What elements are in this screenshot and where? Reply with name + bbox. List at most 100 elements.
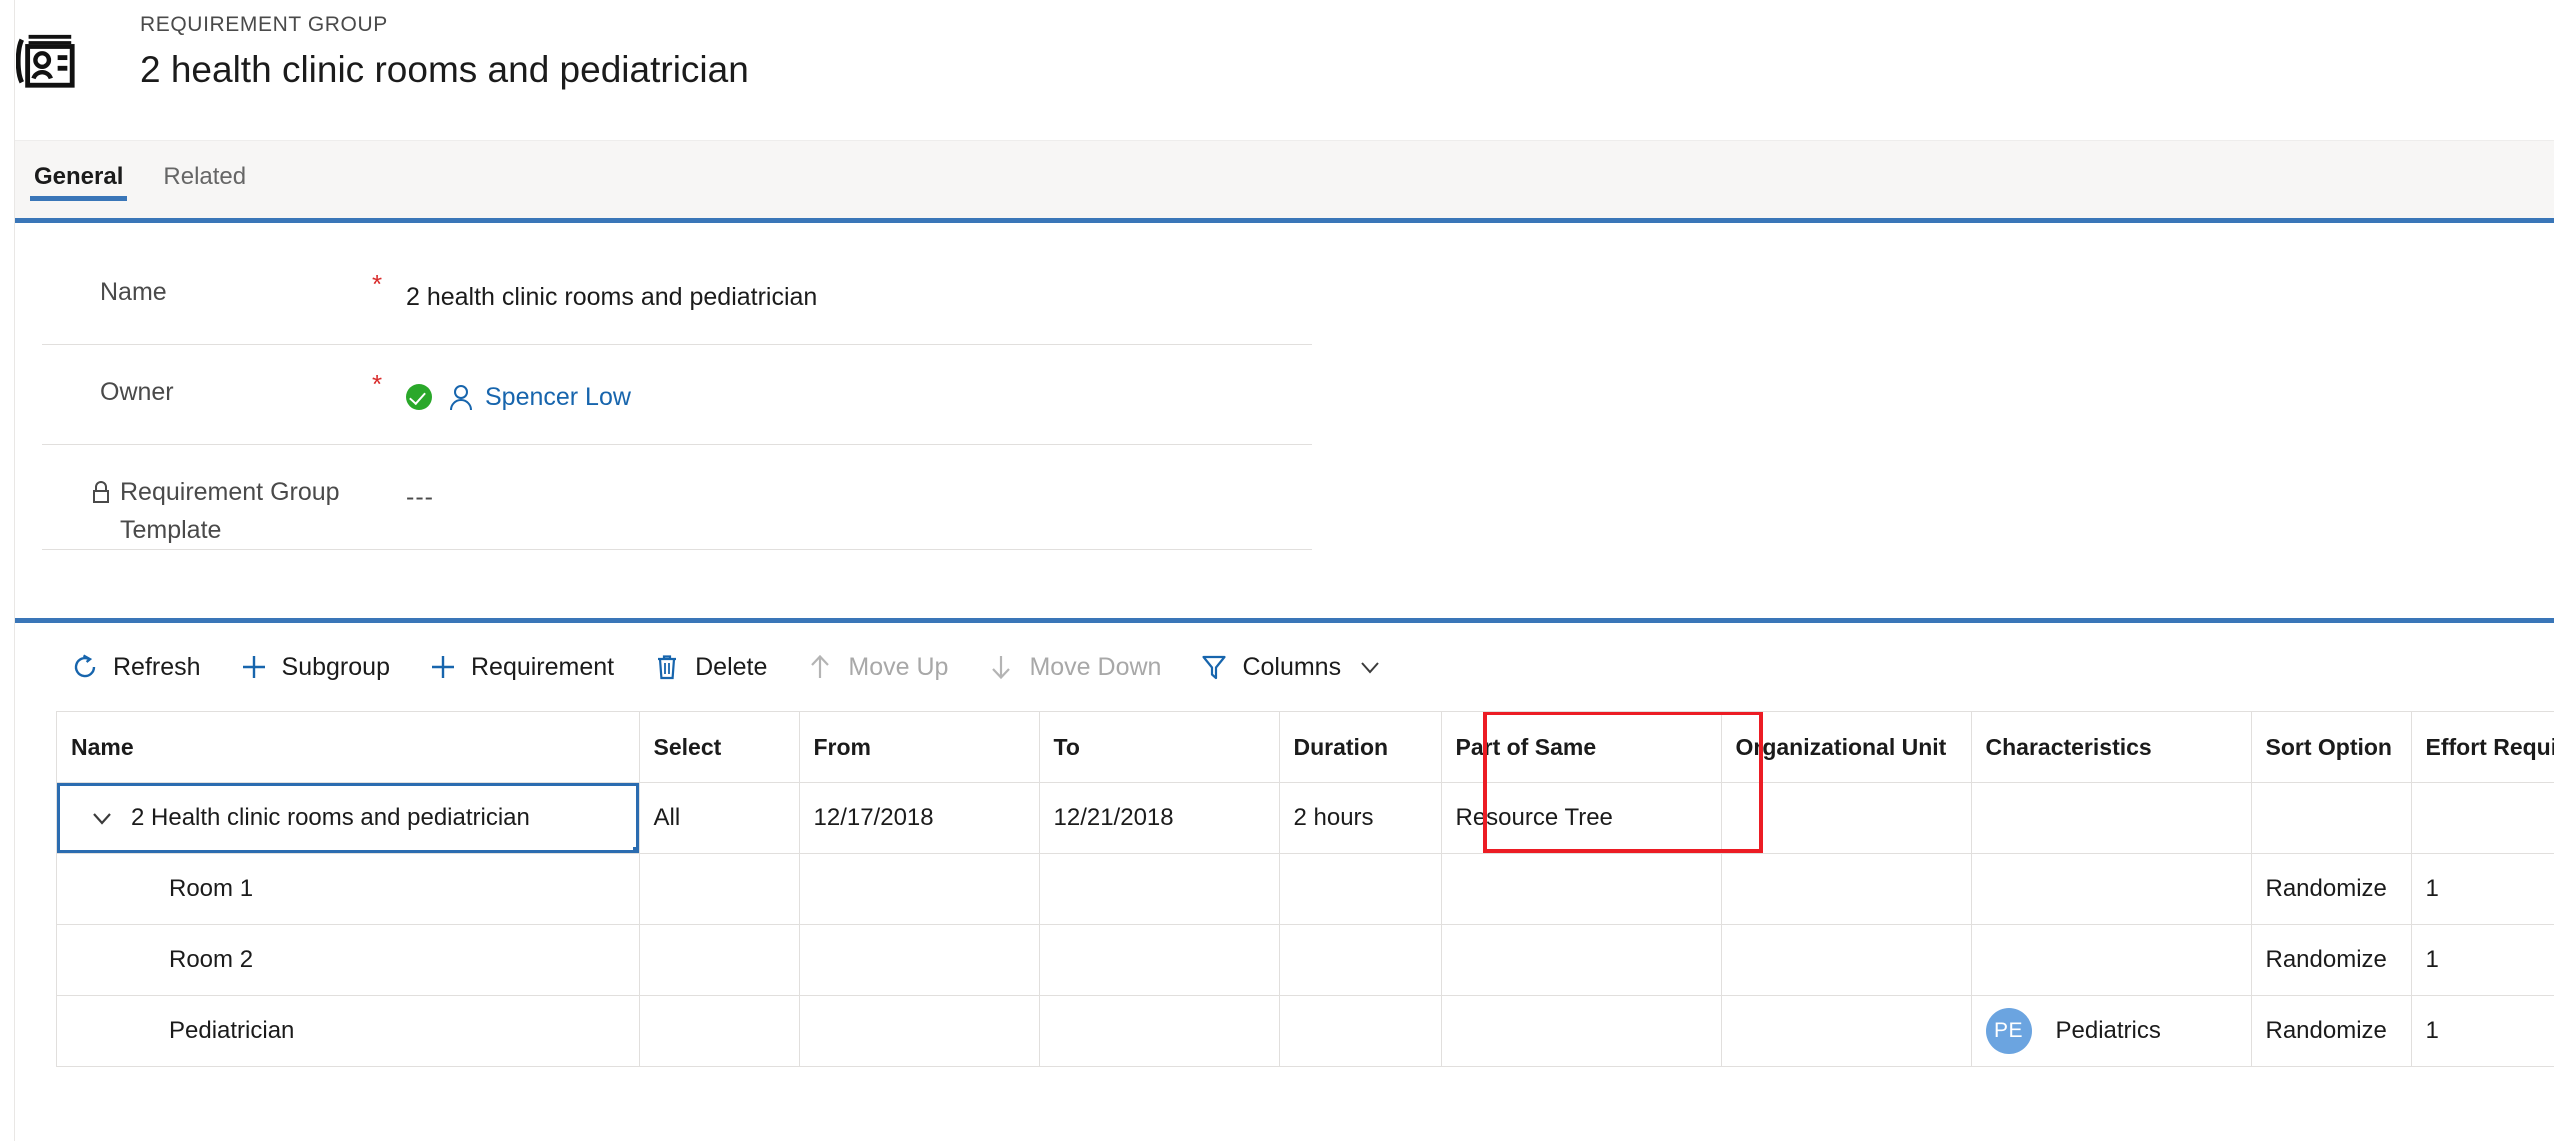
row-sort-option-cell[interactable]: Randomize [2251,995,2412,1067]
column-header-effort-required[interactable]: Effort Require [2411,712,2554,783]
row-part-of-same-cell[interactable] [1441,924,1722,996]
subgroup-label: Subgroup [281,652,390,681]
row-sort-option-cell[interactable]: Randomize [2251,853,2412,925]
column-header-to[interactable]: To [1039,712,1280,783]
subgroup-button[interactable]: Subgroup [239,652,390,682]
chevron-down-icon[interactable] [1357,654,1383,680]
requirement-group-template-value: --- [406,445,1312,523]
move-up-label: Move Up [848,652,949,681]
row-organizational-unit-cell[interactable] [1721,995,1972,1067]
row-characteristics-cell[interactable]: PE Pediatrics [1971,995,2252,1067]
row-select-cell[interactable] [639,924,800,996]
column-header-part-of-same[interactable]: Part of Same [1441,712,1722,783]
row-effort-required-cell[interactable] [2411,782,2554,854]
lock-icon [90,477,112,503]
row-sort-option-cell[interactable]: Randomize [2251,924,2412,996]
row-organizational-unit-cell[interactable] [1721,853,1972,925]
row-name-cell[interactable]: Pediatrician [57,995,640,1067]
page-header: REQUIREMENT GROUP 2 health clinic rooms … [0,0,2554,140]
general-form-section: Name * 2 health clinic rooms and pediatr… [0,218,2554,618]
chevron-down-icon[interactable] [89,805,115,831]
row-name-cell[interactable]: 2 Health clinic rooms and pediatrician [57,782,640,854]
column-header-name[interactable]: Name [57,712,640,783]
row-from-cell[interactable] [799,924,1040,996]
plus-icon [239,652,269,682]
row-part-of-same-cell[interactable]: Resource Tree [1441,782,1722,854]
row-to-cell[interactable] [1039,853,1280,925]
tab-related[interactable]: Related [143,141,266,219]
delete-button[interactable]: Delete [652,652,767,682]
filter-icon [1199,652,1229,682]
name-required-indicator: * [372,269,383,299]
table-row[interactable]: Pediatrician PE Pediatrics Randomize 1 [57,995,2554,1067]
table-row[interactable]: 2 Health clinic rooms and pediatrician A… [57,782,2554,854]
columns-button[interactable]: Columns [1199,652,1383,682]
move-up-button[interactable]: Move Up [805,652,948,682]
characteristic-name: Pediatrics [2055,1017,2161,1044]
row-select-cell[interactable] [639,853,800,925]
left-rail [0,0,15,1141]
row-from-cell[interactable] [799,853,1040,925]
row-name-cell[interactable]: Room 1 [57,853,640,925]
column-header-from[interactable]: From [799,712,1040,783]
row-name-cell[interactable]: Room 2 [57,924,640,996]
column-header-sort-option[interactable]: Sort Option [2251,712,2412,783]
row-characteristics-cell[interactable] [1971,782,2252,854]
row-effort-required-cell[interactable]: 1 [2411,853,2554,925]
row-name-text: Room 1 [169,875,254,902]
column-header-select[interactable]: Select [639,712,800,783]
row-from-cell[interactable] [799,995,1040,1067]
table-row[interactable]: Room 1 Randomize 1 [57,853,2554,925]
row-select-cell[interactable]: All [639,782,800,854]
arrow-down-icon [986,652,1016,682]
row-duration-cell[interactable] [1279,995,1442,1067]
avatar: PE [1985,1008,2032,1054]
row-to-cell[interactable] [1039,995,1280,1067]
arrow-up-icon [805,652,835,682]
row-part-of-same-cell[interactable] [1441,853,1722,925]
row-duration-cell[interactable] [1279,924,1442,996]
table-row[interactable]: Room 2 Randomize 1 [57,924,2554,996]
row-sort-option-cell[interactable] [2251,782,2412,854]
requirements-grid-section: Refresh Subgroup Requirement Delete Move… [0,618,2554,1067]
row-effort-required-cell[interactable]: 1 [2411,995,2554,1067]
move-down-button[interactable]: Move Down [986,652,1161,682]
column-header-characteristics[interactable]: Characteristics [1971,712,2252,783]
column-header-duration[interactable]: Duration [1279,712,1442,783]
owner-field-label: Owner [100,378,174,406]
owner-required-indicator: * [372,369,383,399]
owner-field-value[interactable]: Spencer Low [406,345,1312,423]
requirements-table: Name Select From To Duration Part of Sam… [57,712,2554,1067]
row-to-cell[interactable]: 12/21/2018 [1039,782,1280,854]
page-title: 2 health clinic rooms and pediatrician [140,49,749,90]
row-from-cell[interactable]: 12/17/2018 [799,782,1040,854]
green-check-icon [406,384,432,410]
plus-icon [428,652,458,682]
tab-general[interactable]: General [14,141,143,219]
row-characteristics-cell[interactable] [1971,924,2252,996]
row-duration-cell[interactable]: 2 hours [1279,782,1442,854]
tab-general-label: General [34,163,124,190]
name-field-text: 2 health clinic rooms and pediatrician [406,283,818,311]
row-part-of-same-cell[interactable] [1441,995,1722,1067]
requirement-button[interactable]: Requirement [428,652,614,682]
field-row-owner: Owner * Spencer Low [42,345,1312,445]
name-field-value[interactable]: 2 health clinic rooms and pediatrician [406,245,1312,323]
column-header-organizational-unit[interactable]: Organizational Unit [1721,712,1972,783]
field-row-requirement-group-template: Requirement Group Template --- [42,445,1312,550]
row-select-cell[interactable] [639,995,800,1067]
row-effort-required-cell[interactable]: 1 [2411,924,2554,996]
row-organizational-unit-cell[interactable] [1721,782,1972,854]
refresh-button[interactable]: Refresh [70,652,201,682]
row-organizational-unit-cell[interactable] [1721,924,1972,996]
row-to-cell[interactable] [1039,924,1280,996]
row-duration-cell[interactable] [1279,853,1442,925]
delete-label: Delete [695,652,768,681]
row-name-text: Pediatrician [169,1017,295,1044]
owner-link[interactable]: Spencer Low [485,377,631,417]
field-row-name: Name * 2 health clinic rooms and pediatr… [42,245,1312,345]
row-characteristics-cell[interactable] [1971,853,2252,925]
tab-related-label: Related [163,163,247,190]
entity-type-label: REQUIREMENT GROUP [140,13,388,36]
grid-command-bar: Refresh Subgroup Requirement Delete Move… [14,623,2554,711]
